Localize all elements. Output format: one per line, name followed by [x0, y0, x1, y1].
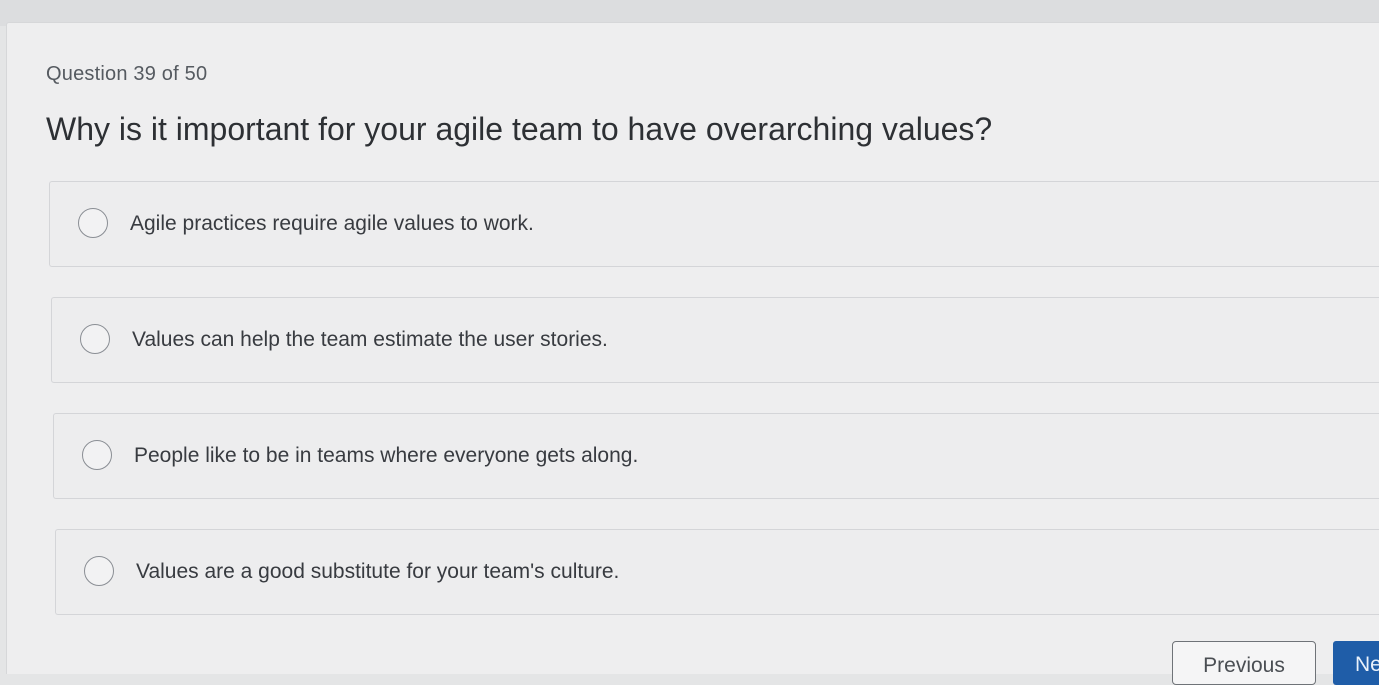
question-counter: Question 39 of 50: [46, 63, 208, 85]
previous-button[interactable]: Previous: [1172, 641, 1316, 685]
answer-option-1[interactable]: Agile practices require agile values to …: [49, 181, 1379, 267]
radio-button[interactable]: [82, 440, 112, 470]
next-button[interactable]: Ne: [1333, 641, 1379, 685]
answer-option-label: People like to be in teams where everyon…: [134, 444, 639, 467]
answer-option-label: Agile practices require agile values to …: [130, 212, 534, 235]
radio-button[interactable]: [84, 556, 114, 586]
answer-option-4[interactable]: Values are a good substitute for your te…: [55, 529, 1379, 615]
question-text: Why is it important for your agile team …: [46, 111, 993, 147]
answer-option-label: Values can help the team estimate the us…: [132, 328, 608, 351]
radio-button[interactable]: [80, 324, 110, 354]
answer-option-3[interactable]: People like to be in teams where everyon…: [53, 413, 1379, 499]
answer-option-2[interactable]: Values can help the team estimate the us…: [51, 297, 1379, 383]
answer-option-label: Values are a good substitute for your te…: [136, 560, 620, 583]
radio-button[interactable]: [78, 208, 108, 238]
